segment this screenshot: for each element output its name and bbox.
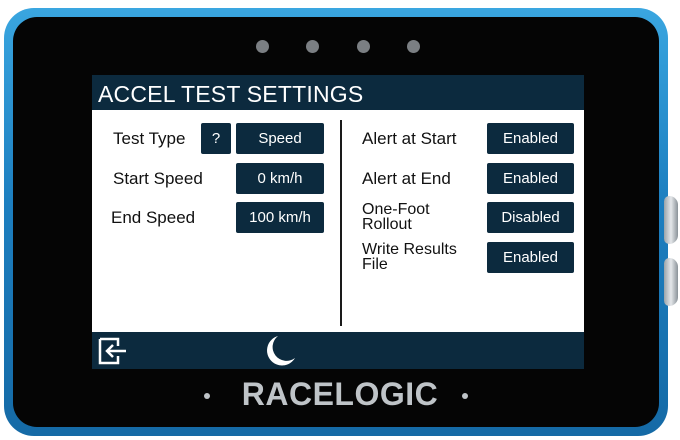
led-indicator-4 bbox=[407, 40, 420, 53]
label-start-speed: Start Speed bbox=[113, 169, 203, 188]
display-screen: ACCEL TEST SETTINGS Test Type ? Speed St… bbox=[92, 75, 584, 369]
page-title: ACCEL TEST SETTINGS bbox=[92, 75, 584, 110]
column-divider bbox=[340, 120, 342, 326]
brand-dot-right bbox=[462, 393, 468, 399]
one-foot-rollout-button[interactable]: Disabled bbox=[487, 202, 574, 233]
exit-icon[interactable] bbox=[98, 337, 128, 365]
test-type-help-button[interactable]: ? bbox=[201, 123, 231, 154]
moon-icon[interactable] bbox=[264, 334, 298, 367]
bottom-toolbar bbox=[92, 332, 584, 369]
side-button-lower[interactable] bbox=[664, 258, 678, 306]
label-alert-at-start: Alert at Start bbox=[362, 129, 457, 148]
end-speed-button[interactable]: 100 km/h bbox=[236, 202, 324, 233]
write-results-file-button[interactable]: Enabled bbox=[487, 242, 574, 273]
led-indicator-1 bbox=[256, 40, 269, 53]
label-test-type: Test Type bbox=[113, 129, 186, 148]
label-alert-at-end: Alert at End bbox=[362, 169, 451, 188]
side-button-upper[interactable] bbox=[664, 196, 678, 244]
brand-logo: RACELOGIC bbox=[241, 376, 439, 412]
label-write-results-file: Write Results File bbox=[362, 241, 457, 273]
alert-at-end-button[interactable]: Enabled bbox=[487, 163, 574, 194]
alert-at-start-button[interactable]: Enabled bbox=[487, 123, 574, 154]
label-one-foot-rollout: One-Foot Rollout bbox=[362, 201, 430, 233]
test-type-button[interactable]: Speed bbox=[236, 123, 324, 154]
led-indicator-3 bbox=[357, 40, 370, 53]
start-speed-button[interactable]: 0 km/h bbox=[236, 163, 324, 194]
led-indicator-2 bbox=[306, 40, 319, 53]
label-end-speed: End Speed bbox=[111, 208, 196, 227]
